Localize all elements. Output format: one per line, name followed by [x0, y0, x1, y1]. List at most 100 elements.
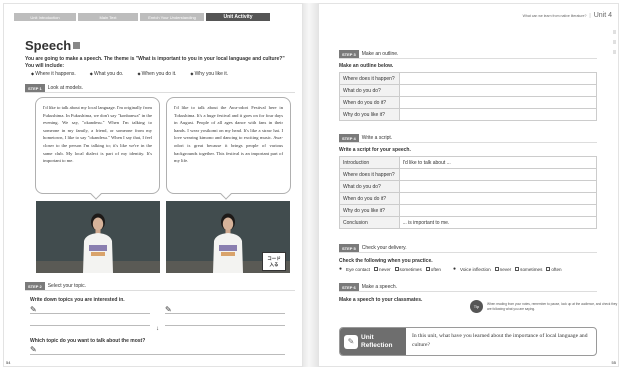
- code-box: コード 入る: [262, 252, 286, 271]
- page-gutter: [303, 3, 318, 367]
- point-what: What you do.: [90, 71, 123, 77]
- tab-main-text[interactable]: Main Text: [78, 13, 138, 21]
- point-where: Where it happens.: [31, 71, 76, 77]
- step5-label: STEP 5: [339, 244, 359, 252]
- checkbox-never[interactable]: never: [374, 267, 391, 272]
- checkbox-never[interactable]: never: [494, 267, 511, 272]
- step2-label: STEP 2: [25, 282, 45, 290]
- checkbox-sometimes[interactable]: sometimes: [515, 267, 542, 272]
- script-table: Introduction I'd like to talk about ... …: [339, 156, 598, 229]
- table-row: What do you do?: [339, 180, 598, 193]
- table-row: Where does it happen?: [339, 168, 598, 181]
- script-part: Conclusion: [339, 216, 400, 229]
- eye-contact-label: Eye contact: [346, 266, 371, 272]
- step5-text: Check your delivery.: [361, 245, 407, 251]
- checkbox-icon: [494, 267, 499, 271]
- page-edge-marks: [613, 30, 616, 54]
- table-row: Why do you like it?: [339, 204, 598, 217]
- tip-text: When reading from your notes, remember t…: [487, 301, 618, 311]
- delivery-instruction: Check the following when you practice.: [339, 258, 433, 264]
- table-row: What do you do?: [339, 84, 598, 97]
- reflection-header: ✎ Unit Reflection: [340, 328, 406, 355]
- step1-rule: [25, 92, 295, 93]
- tip-icon: Tip: [470, 300, 483, 313]
- pencil-icon: ✎: [30, 345, 37, 354]
- checkbox-icon: [425, 267, 430, 271]
- model-bubble-2: I'd like to talk about the Awa-odori Fes…: [166, 97, 291, 194]
- script-answer-field[interactable]: [398, 192, 598, 205]
- model-bubble-1: I'd like to talk about my local language…: [35, 97, 160, 194]
- outline-table: Where does it happen? What do you do? Wh…: [339, 72, 598, 121]
- step2-rule: [25, 290, 295, 291]
- page-title: Speech: [25, 38, 81, 53]
- delivery-checklist: ● Eye contact never sometimes often ● Vo…: [339, 266, 562, 272]
- reflection-question: In this unit, what have you learned abou…: [412, 333, 588, 348]
- script-answer-field[interactable]: [398, 180, 598, 193]
- step6-label: STEP 6: [339, 283, 359, 291]
- script-answer-field[interactable]: I'd like to talk about ...: [398, 156, 598, 169]
- arrow-down-icon: ↓: [156, 326, 159, 332]
- step4-text: Write a script.: [361, 135, 393, 141]
- outline-question: When do you do it?: [339, 96, 400, 109]
- bullet-icon: ●: [452, 266, 457, 272]
- step5-header: STEP 5 Check your delivery.: [339, 244, 407, 252]
- outline-answer-field[interactable]: [398, 72, 598, 85]
- step4-header: STEP 4 Write a script.: [339, 134, 392, 142]
- tab-unit-activity[interactable]: Unit Activity: [206, 13, 270, 21]
- table-row: Conclusion ... is important to me.: [339, 216, 598, 229]
- intro-text: You are going to make a speech. The them…: [25, 56, 285, 69]
- checkbox-often[interactable]: often: [546, 267, 562, 272]
- checkbox-often[interactable]: often: [425, 267, 441, 272]
- header-separator: |: [589, 12, 591, 19]
- page-number-left: 54: [6, 360, 11, 365]
- step3-text: Make an outline.: [361, 51, 399, 57]
- script-answer-field[interactable]: [398, 168, 598, 181]
- checkbox-icon: [394, 267, 399, 271]
- code-box-line2: 入る: [269, 262, 279, 267]
- unit-number: Unit 4: [593, 12, 612, 19]
- tab-enrich-your-understanding[interactable]: Enrich Your Understanding: [140, 13, 204, 21]
- topic-write-line[interactable]: [30, 325, 150, 326]
- speech-points: Where it happens. What you do. When you …: [31, 71, 228, 77]
- page-number-right: 55: [611, 360, 616, 365]
- checkbox-icon: [515, 267, 520, 271]
- script-part: Why do you like it?: [339, 204, 400, 217]
- script-part: What do you do?: [339, 180, 400, 193]
- script-answer-field[interactable]: [398, 204, 598, 217]
- step3-label: STEP 3: [339, 50, 359, 58]
- step2-text: Select your topic.: [47, 283, 87, 289]
- outline-answer-field[interactable]: [398, 96, 598, 109]
- outline-answer-field[interactable]: [398, 108, 598, 121]
- table-row: Why do you like it?: [339, 108, 598, 121]
- bullet-icon: ●: [339, 266, 343, 272]
- tab-unit-introduction[interactable]: Unit Introduction: [14, 13, 76, 21]
- step6-rule: [339, 291, 597, 292]
- outline-answer-field[interactable]: [398, 84, 598, 97]
- outline-instruction: Make an outline below.: [339, 63, 394, 69]
- tip-box: Tip When reading from your notes, rememb…: [470, 300, 620, 313]
- make-speech-instruction: Make a speech to your classmates.: [339, 297, 423, 303]
- topic-choice-line[interactable]: [30, 354, 285, 355]
- step4-label: STEP 4: [339, 134, 359, 142]
- checkbox-icon: [374, 267, 379, 271]
- checkbox-icon: [546, 267, 551, 271]
- script-instruction: Write a script for your speech.: [339, 147, 411, 153]
- audio-icon[interactable]: [73, 42, 81, 49]
- outline-question: Why do you like it?: [339, 108, 400, 121]
- script-answer-field[interactable]: ... is important to me.: [398, 216, 598, 229]
- script-part: When do you do it?: [339, 192, 400, 205]
- topic-write-line[interactable]: [165, 313, 285, 314]
- table-row: Where does it happen?: [339, 72, 598, 85]
- topic-write-line[interactable]: [165, 325, 285, 326]
- outline-question: Where does it happen?: [339, 72, 400, 85]
- step3-rule: [339, 58, 597, 59]
- script-part: Introduction: [339, 156, 400, 169]
- voice-inflection-label: Voice inflection: [460, 266, 491, 272]
- point-why: Why you like it.: [190, 71, 229, 77]
- checkbox-sometimes[interactable]: sometimes: [394, 267, 422, 272]
- table-row: When do you do it?: [339, 192, 598, 205]
- step4-rule: [339, 142, 597, 143]
- which-topic-question: Which topic do you want to talk about th…: [30, 338, 146, 344]
- topic-write-line[interactable]: [30, 313, 150, 314]
- outline-question: What do you do?: [339, 84, 400, 97]
